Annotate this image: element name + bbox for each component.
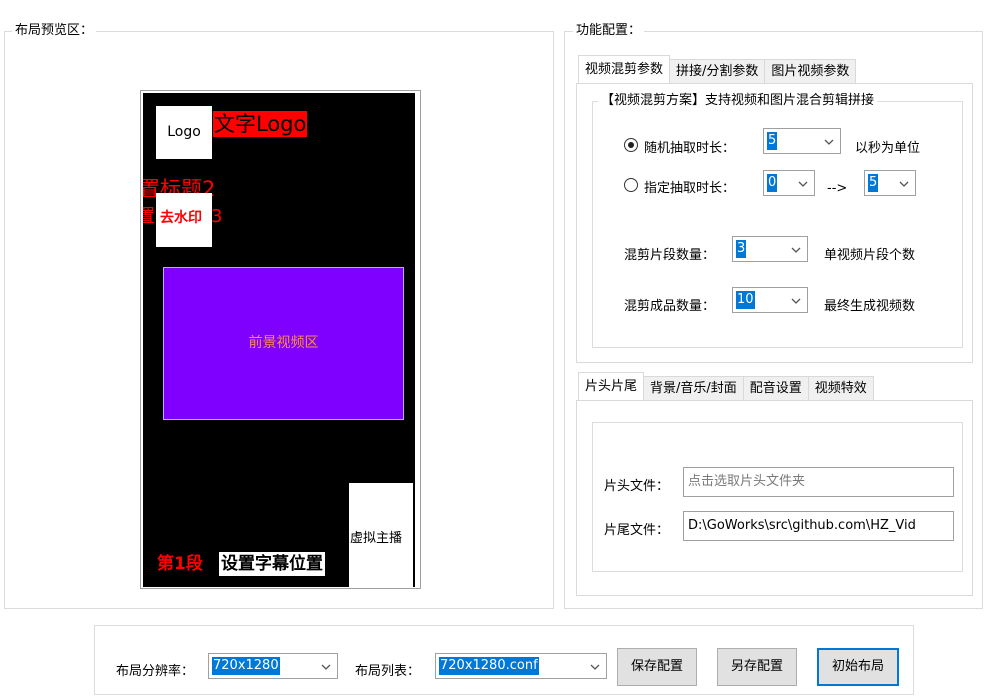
virtual-anchor-box[interactable]: 虚拟主播	[349, 483, 413, 587]
chevron-down-icon	[321, 664, 331, 670]
intro-file-placeholder: 点击选取片头文件夹	[688, 474, 806, 489]
logo-label: Logo	[167, 124, 201, 140]
chevron-down-icon	[791, 298, 801, 304]
random-duration-unit: 以秒为单位	[855, 141, 921, 156]
random-duration-value: 5	[767, 132, 778, 150]
layout-list-select[interactable]: 720x1280.conf	[435, 653, 607, 679]
clip-count-label: 混剪片段数量：	[624, 248, 716, 263]
outro-file-input[interactable]: D:\GoWorks\src\github.com\HZ_Vid	[683, 511, 954, 541]
radio-selected-dot	[628, 142, 634, 148]
preview-background: Logo 文字Logo 置标题2 置 3 去水印 前景视频区 虚拟主播 第1段 …	[143, 93, 415, 587]
layout-list-value: 720x1280.conf	[439, 657, 539, 675]
tab-background-music-cover[interactable]: 背景/音乐/封面	[643, 376, 744, 400]
scheme-group-title: 【视频混剪方案】支持视频和图片混合剪辑拼接	[598, 93, 878, 109]
segment-label[interactable]: 第1段	[157, 552, 203, 576]
title-3-left[interactable]: 置	[143, 205, 155, 229]
clip-count-select[interactable]: 3	[732, 236, 808, 262]
resolution-value: 720x1280	[212, 657, 280, 675]
virtual-anchor-label: 虚拟主播	[350, 531, 403, 546]
config-group-title: 功能配置：	[573, 23, 645, 39]
title-3-right: 3	[211, 206, 223, 227]
preview-group-title: 布局预览区：	[12, 23, 97, 39]
chevron-down-icon	[791, 247, 801, 253]
layout-preview-canvas[interactable]: Logo 文字Logo 置标题2 置 3 去水印 前景视频区 虚拟主播 第1段 …	[140, 90, 421, 589]
tab-video-effects[interactable]: 视频特效	[807, 376, 874, 400]
watermark-label: 去水印	[160, 210, 202, 226]
layout-list-label: 布局列表：	[355, 664, 421, 679]
foreground-label: 前景视频区	[248, 335, 319, 351]
chevron-down-icon	[798, 181, 808, 187]
fixed-duration-radio[interactable]	[624, 178, 638, 192]
intro-outro-group	[592, 422, 963, 572]
clip-count-value: 3	[736, 240, 747, 258]
clip-count-hint: 单视频片段个数	[824, 248, 916, 263]
fixed-duration-to-select[interactable]: 5	[864, 170, 916, 196]
subtitle-position[interactable]: 设置字幕位置	[219, 552, 325, 576]
logo-box[interactable]: Logo	[156, 106, 212, 159]
chevron-down-icon	[590, 664, 600, 670]
intro-file-label: 片头文件：	[604, 479, 670, 494]
outro-file-path: D:\GoWorks\src\github.com\HZ_Vid	[688, 518, 916, 533]
bottom-tab-bar: 片头片尾 背景/音乐/封面 配音设置 视频特效	[578, 372, 874, 400]
tab-image-video[interactable]: 图片视频参数	[764, 59, 857, 83]
tab-video-mix[interactable]: 视频混剪参数	[578, 55, 671, 83]
init-layout-button[interactable]: 初始布局	[817, 648, 899, 686]
tab-voice-settings[interactable]: 配音设置	[742, 376, 809, 400]
fixed-duration-from-select[interactable]: 0	[763, 170, 815, 196]
text-logo[interactable]: 文字Logo	[213, 111, 308, 137]
random-duration-radio[interactable]	[624, 138, 638, 152]
random-duration-select[interactable]: 5	[763, 128, 841, 154]
foreground-video-area[interactable]: 前景视频区	[163, 267, 404, 420]
output-count-label: 混剪成品数量：	[624, 299, 716, 314]
save-config-button[interactable]: 保存配置	[617, 648, 697, 686]
fixed-duration-arrow: -->	[827, 181, 848, 196]
tab-join-split[interactable]: 拼接/分割参数	[669, 59, 766, 83]
top-tab-bar: 视频混剪参数 拼接/分割参数 图片视频参数	[578, 55, 857, 83]
random-duration-label: 随机抽取时长：	[644, 141, 736, 156]
output-count-hint: 最终生成视频数	[824, 299, 916, 314]
fixed-duration-label: 指定抽取时长：	[644, 181, 736, 196]
chevron-down-icon	[899, 181, 909, 187]
resolution-select[interactable]: 720x1280	[208, 653, 338, 679]
fixed-from-value: 0	[767, 174, 778, 192]
output-count-value: 10	[736, 291, 755, 309]
save-as-config-button[interactable]: 另存配置	[717, 648, 797, 686]
chevron-down-icon	[824, 139, 834, 145]
tab-intro-outro[interactable]: 片头片尾	[578, 372, 645, 400]
fixed-to-value: 5	[868, 174, 879, 192]
outro-file-label: 片尾文件：	[604, 523, 670, 538]
watermark-box[interactable]: 去水印	[156, 193, 212, 247]
resolution-label: 布局分辨率：	[116, 664, 195, 679]
intro-file-input[interactable]: 点击选取片头文件夹	[683, 467, 954, 497]
output-count-select[interactable]: 10	[732, 287, 808, 313]
